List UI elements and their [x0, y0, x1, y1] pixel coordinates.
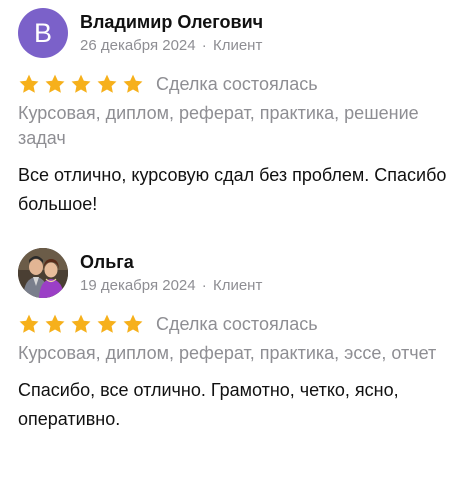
star-icon	[71, 314, 91, 333]
author-name[interactable]: Ольга	[80, 251, 262, 273]
star-icon	[71, 74, 91, 93]
deal-status: Сделка состоялась	[156, 313, 318, 334]
rating-line: Сделка состоялась	[18, 71, 458, 97]
star-icon	[97, 314, 117, 333]
star-icon	[45, 314, 65, 333]
review-meta: 26 декабря 2024 · Клиент	[80, 36, 263, 56]
review-date: 26 декабря 2024	[80, 36, 196, 54]
review-comment: Все отлично, курсовую сдал без проблем. …	[18, 165, 447, 214]
review-header: В Владимир Олегович 26 декабря 2024 · Кл…	[18, 8, 458, 58]
avatar-photo-icon	[18, 248, 68, 298]
deal-status: Сделка состоялась	[156, 73, 318, 94]
meta-separator: ·	[201, 36, 207, 54]
review-meta: 19 декабря 2024 · Клиент	[80, 276, 262, 296]
reviewer-role: Клиент	[212, 276, 263, 294]
star-icon	[19, 314, 39, 333]
author-block: Владимир Олегович 26 декабря 2024 · Клие…	[80, 11, 263, 56]
author-name[interactable]: Владимир Олегович	[80, 11, 263, 33]
meta-separator: ·	[201, 276, 207, 294]
author-block: Ольга 19 декабря 2024 · Клиент	[80, 251, 262, 296]
star-icon	[123, 314, 143, 333]
review-card: Ольга 19 декабря 2024 · Клиент Сделка со…	[18, 248, 458, 434]
review-header: Ольга 19 декабря 2024 · Клиент	[18, 248, 458, 298]
avatar[interactable]: В	[18, 8, 68, 58]
review-comment: Спасибо, все отлично. Грамотно, четко, я…	[18, 380, 399, 429]
star-icon	[97, 74, 117, 93]
star-icon	[123, 74, 143, 93]
reviewer-role: Клиент	[212, 36, 263, 54]
star-rating	[18, 73, 148, 95]
review-card: В Владимир Олегович 26 декабря 2024 · Кл…	[18, 8, 458, 219]
review-categories: Курсовая, диплом, реферат, практика, эсс…	[18, 343, 437, 363]
rating-line: Сделка состоялась	[18, 311, 458, 337]
review-categories: Курсовая, диплом, реферат, практика, реш…	[18, 103, 419, 148]
star-icon	[19, 74, 39, 93]
review-date: 19 декабря 2024	[80, 276, 196, 294]
star-icon	[45, 74, 65, 93]
star-rating	[18, 313, 148, 335]
avatar[interactable]	[18, 248, 68, 298]
